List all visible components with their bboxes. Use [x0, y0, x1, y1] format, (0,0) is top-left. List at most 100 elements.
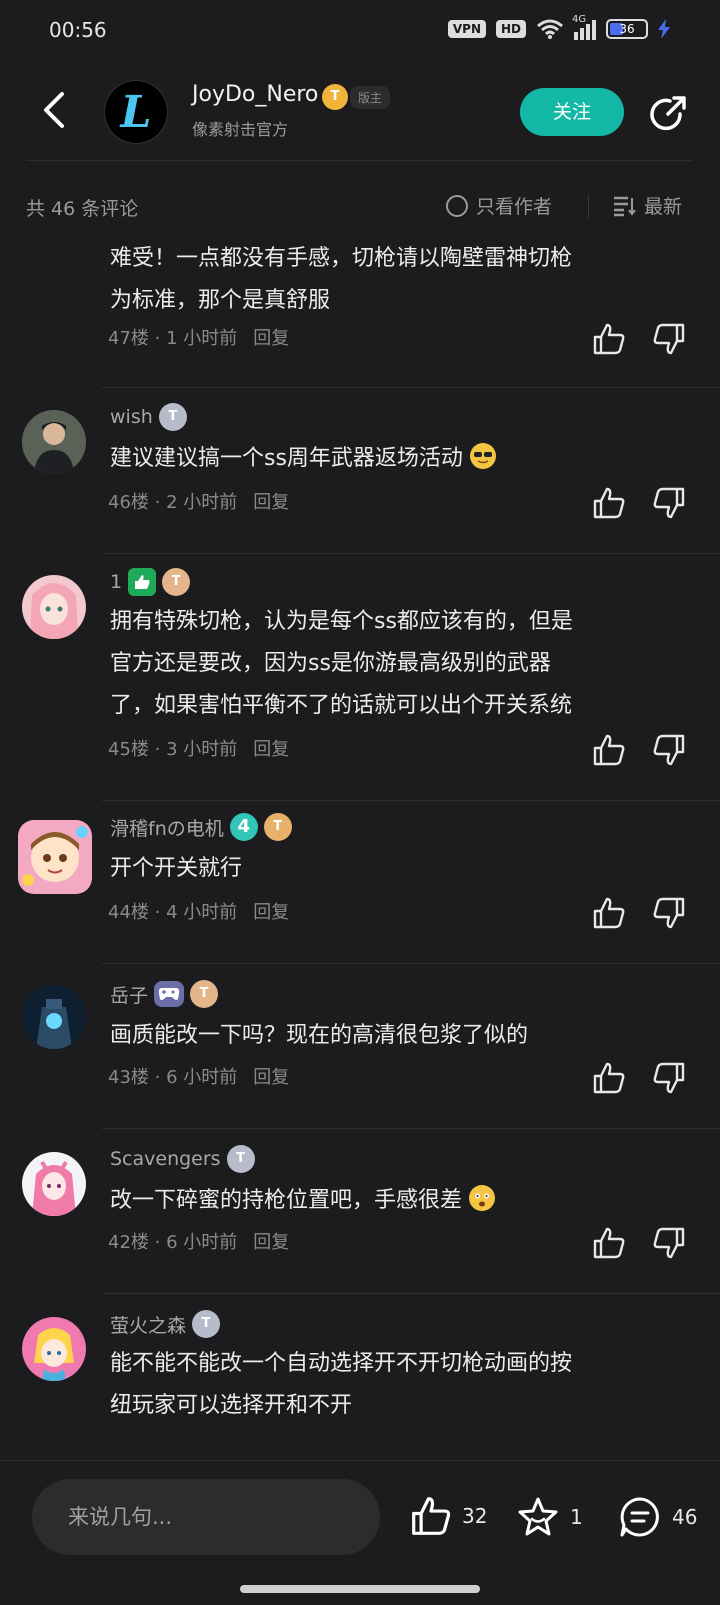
- comment-author-row: 岳子 T: [110, 979, 219, 1009]
- header-divider: [26, 160, 692, 161]
- post-header: L JoyDo_Nero T 版主 像素射击官方 关注: [0, 62, 720, 162]
- comment-divider: [102, 963, 720, 964]
- comment-text: 拥有特殊切枪，认为是每个ss都应该有的，但是 官方还是要改，因为ss是你游最高级…: [110, 609, 573, 718]
- comment-input[interactable]: 来说几句...: [32, 1479, 380, 1555]
- level-badge: T: [226, 1145, 255, 1173]
- thumb-down-icon[interactable]: [652, 733, 686, 767]
- comment-author[interactable]: 萤火之森: [110, 1311, 186, 1338]
- wifi-icon: [537, 19, 563, 39]
- comment-divider: [102, 1293, 720, 1294]
- thumb-down-icon[interactable]: [652, 1061, 686, 1095]
- thumb-up-icon[interactable]: [592, 1226, 626, 1260]
- thumb-down-icon[interactable]: [652, 322, 686, 356]
- comment-divider: [102, 800, 720, 801]
- level-badge: T: [192, 1310, 221, 1338]
- comments-button[interactable]: 46: [618, 1495, 697, 1539]
- radio-icon: [446, 194, 468, 217]
- comment-author-row: 滑稽fnの电机 4 T: [110, 812, 292, 842]
- comment-author[interactable]: wish: [110, 406, 153, 428]
- status-icons: VPN HD 4G 36: [447, 14, 670, 40]
- star-icon: [518, 1497, 558, 1536]
- comment-divider: [102, 387, 720, 388]
- status-bar: 00:56 VPN HD 4G 36: [0, 0, 720, 62]
- author-avatar[interactable]: L: [104, 80, 168, 144]
- like-button[interactable]: 32: [410, 1495, 487, 1537]
- comment-divider: [102, 553, 720, 554]
- comment-author[interactable]: 滑稽fnの电机: [110, 814, 224, 841]
- comment-author[interactable]: 岳子: [110, 981, 148, 1008]
- comment-count: 共 46 条评论: [26, 198, 139, 220]
- avatar[interactable]: [18, 820, 92, 894]
- favorite-button[interactable]: 1: [516, 1495, 583, 1539]
- like-count: 32: [462, 1504, 488, 1528]
- gamepad-badge-icon: [154, 981, 185, 1007]
- thumb-up-icon[interactable]: [592, 1061, 626, 1095]
- thumb-down-icon[interactable]: [652, 486, 686, 520]
- comment-text: 建议建议搞一个ss周年武器返场活动: [110, 438, 680, 480]
- thumb-up-icon[interactable]: [592, 322, 626, 356]
- sort-lines-icon: [614, 196, 636, 216]
- thumb-up-icon[interactable]: [592, 896, 626, 930]
- sort-label: 最新: [644, 196, 683, 218]
- author-name[interactable]: JoyDo_Nero: [192, 82, 318, 107]
- like-badge-icon: [128, 568, 157, 596]
- thumb-up-icon: [412, 1497, 451, 1535]
- back-arrow-icon[interactable]: [36, 88, 76, 132]
- reply-link[interactable]: 回复: [253, 898, 289, 924]
- comment-text: 画质能改一下吗？现在的高清很包浆了似的: [110, 1023, 529, 1048]
- comment-author-row: 萤火之森 T: [110, 1309, 221, 1339]
- comment-text: 开个开关就行: [110, 856, 243, 881]
- number-badge: 4: [229, 813, 258, 841]
- comment-meta: 47楼 · 1 小时前 回复: [108, 324, 289, 350]
- comment-text: 难受！一点都没有手感，切枪请以陶壁雷神切枪 为标准，那个是真舒服: [110, 246, 573, 313]
- comment-list: 难受！一点都没有手感，切枪请以陶壁雷神切枪 为标准，那个是真舒服 47楼 · 1…: [0, 240, 720, 1458]
- reply-link[interactable]: 回复: [253, 735, 289, 761]
- comment-meta: 46楼 · 2 小时前 回复: [108, 488, 289, 514]
- comment-text: 能不能不能改一个自动选择开不开切枪动画的按 纽玩家可以选择开和不开: [110, 1351, 573, 1418]
- comment-count-bottom: 46: [672, 1505, 698, 1529]
- vpn-badge: VPN: [447, 20, 486, 38]
- reply-link[interactable]: 回复: [253, 1063, 289, 1089]
- comment-author[interactable]: 1: [110, 571, 122, 593]
- comment-filter-bar: 共 46 条评论 只看作者 最新: [0, 180, 720, 236]
- only-author-toggle[interactable]: 只看作者: [446, 192, 552, 219]
- status-time: 00:56: [49, 18, 107, 42]
- level-badge: T: [263, 813, 292, 841]
- comment-author[interactable]: Scavengers: [110, 1148, 221, 1170]
- share-icon[interactable]: [646, 92, 690, 136]
- avatar[interactable]: [22, 1317, 86, 1381]
- author-subtitle: 像素射击官方: [192, 120, 289, 139]
- level-badge: T: [190, 980, 219, 1008]
- signal-icon: 4G: [572, 14, 596, 40]
- level-badge: T: [162, 568, 191, 596]
- home-indicator[interactable]: [240, 1585, 480, 1593]
- comment-author-row: 1 T: [110, 567, 191, 597]
- avatar[interactable]: [22, 410, 86, 474]
- follow-button[interactable]: 关注: [520, 88, 624, 136]
- comment-text: 改一下碎蜜的持枪位置吧，手感很差: [110, 1180, 680, 1222]
- avatar[interactable]: [22, 1152, 86, 1216]
- author-level-badge: T: [322, 84, 348, 110]
- thumb-down-icon[interactable]: [652, 1226, 686, 1260]
- reply-link[interactable]: 回复: [253, 488, 289, 514]
- comment-meta: 44楼 · 4 小时前 回复: [108, 898, 289, 924]
- reply-link[interactable]: 回复: [253, 324, 289, 350]
- comment-meta: 42楼 · 6 小时前 回复: [108, 1228, 289, 1254]
- bolt-icon: [658, 19, 670, 39]
- sunglasses-emoji-icon: [469, 443, 496, 469]
- moderator-tag: 版主: [350, 86, 391, 109]
- thumb-down-icon[interactable]: [652, 896, 686, 930]
- bottom-action-bar: 来说几句... 32 1 46: [0, 1460, 720, 1605]
- comment-meta: 43楼 · 6 小时前 回复: [108, 1063, 289, 1089]
- hd-badge: HD: [495, 20, 526, 38]
- reply-link[interactable]: 回复: [253, 1228, 289, 1254]
- avatar[interactable]: [22, 575, 86, 639]
- filter-separator: [588, 196, 589, 218]
- favorite-count: 1: [570, 1505, 583, 1529]
- comment-author-row: Scavengers T: [110, 1144, 255, 1174]
- only-author-label: 只看作者: [476, 196, 553, 218]
- thumb-up-icon[interactable]: [592, 486, 626, 520]
- sort-button[interactable]: 最新: [612, 192, 682, 219]
- avatar[interactable]: [22, 985, 86, 1049]
- thumb-up-icon[interactable]: [592, 733, 626, 767]
